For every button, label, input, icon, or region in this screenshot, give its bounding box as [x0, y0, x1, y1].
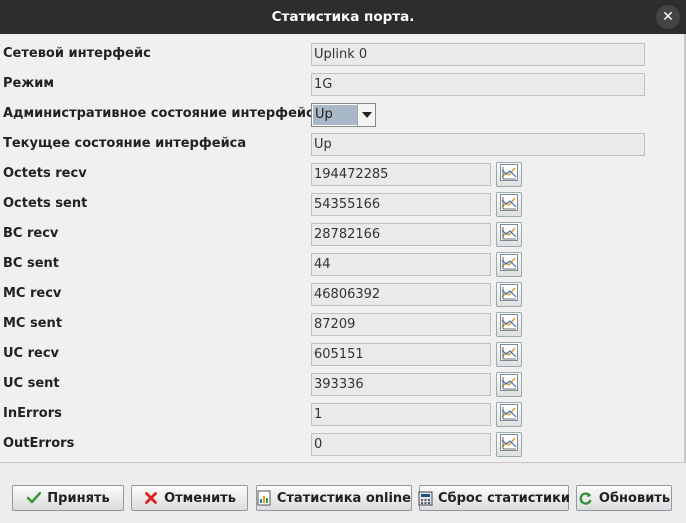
close-button[interactable]: ✕: [656, 5, 680, 29]
chart-icon: [500, 434, 518, 455]
chart-icon: [500, 284, 518, 305]
graph-button[interactable]: [496, 222, 522, 247]
document-chart-icon: [257, 490, 272, 506]
mode-label: Режим: [3, 76, 55, 91]
row-mc-recv: MC recv 46806392: [0, 279, 680, 309]
chevron-down-icon: [361, 112, 372, 118]
online-stats-button[interactable]: Статистика online: [256, 485, 412, 511]
chart-icon: [500, 224, 518, 245]
counter-field: 1: [311, 403, 491, 426]
row-out-errors: OutErrors 0: [0, 429, 680, 459]
graph-button[interactable]: [496, 282, 522, 307]
counter-field: 393336: [311, 373, 491, 396]
chart-icon: [500, 254, 518, 275]
counter-label: MC recv: [3, 286, 62, 301]
row-bc-sent: BC sent 44: [0, 249, 680, 279]
checkmark-icon: [26, 490, 42, 506]
cancel-button[interactable]: Отменить: [131, 485, 248, 511]
network-interface-label: Сетевой интерфейс: [3, 46, 151, 61]
admin-state-label: Административное состояние интерфейса: [3, 106, 323, 121]
port-statistics-dialog: Статистика порта. ✕ Сетевой интерфейс Up…: [0, 0, 686, 523]
counter-field: 0: [311, 433, 491, 456]
accept-label: Принять: [47, 490, 110, 506]
button-bar: Принять Отменить Статистика online Сброс…: [0, 464, 686, 523]
counter-label: InErrors: [3, 406, 62, 421]
refresh-icon: [578, 490, 594, 506]
admin-state-select[interactable]: Up: [311, 103, 376, 127]
chart-icon: [500, 374, 518, 395]
counter-label: BC recv: [3, 226, 59, 241]
chart-icon: [500, 404, 518, 425]
counter-label: MC sent: [3, 316, 63, 331]
online-stats-label: Статистика online: [276, 490, 411, 506]
window-title: Статистика порта.: [271, 9, 415, 25]
row-mode: Режим 1G: [0, 69, 680, 99]
chart-icon: [500, 194, 518, 215]
counter-label: OutErrors: [3, 436, 75, 451]
graph-button[interactable]: [496, 252, 522, 277]
counter-field: 54355166: [311, 193, 491, 216]
counter-field: 44: [311, 253, 491, 276]
row-network-interface: Сетевой интерфейс Uplink 0: [0, 39, 680, 69]
graph-button[interactable]: [496, 192, 522, 217]
reset-stats-label: Сброс статистики: [437, 490, 571, 506]
reset-stats-button[interactable]: Сброс статистики: [418, 485, 571, 511]
graph-button[interactable]: [496, 432, 522, 457]
row-uc-sent: UC sent 393336: [0, 369, 680, 399]
graph-button[interactable]: [496, 342, 522, 367]
chart-icon: [500, 314, 518, 335]
cross-icon: [143, 490, 159, 506]
row-mc-sent: MC sent 87209: [0, 309, 680, 339]
graph-button[interactable]: [496, 372, 522, 397]
network-interface-field: Uplink 0: [311, 43, 645, 66]
accept-button[interactable]: Принять: [12, 485, 124, 511]
row-octets-sent: Octets sent 54355166: [0, 189, 680, 219]
counter-label: UC sent: [3, 376, 60, 391]
current-state-label: Текущее состояние интерфейса: [3, 136, 247, 151]
row-admin-state: Административное состояние интерфейса Up: [0, 99, 680, 129]
chart-icon: [500, 164, 518, 185]
counter-label: Octets sent: [3, 196, 88, 211]
row-uc-recv: UC recv 605151: [0, 339, 680, 369]
graph-button[interactable]: [496, 312, 522, 337]
close-icon: ✕: [662, 9, 674, 25]
cancel-label: Отменить: [164, 490, 236, 506]
counter-field: 28782166: [311, 223, 491, 246]
row-current-state: Текущее состояние интерфейса Up: [0, 129, 680, 159]
counter-field: 87209: [311, 313, 491, 336]
counter-field: 46806392: [311, 283, 491, 306]
stats-form: Сетевой интерфейс Uplink 0 Режим 1G Адми…: [0, 34, 686, 463]
row-bc-recv: BC recv 28782166: [0, 219, 680, 249]
admin-state-value: Up: [313, 105, 357, 125]
dropdown-arrow[interactable]: [357, 104, 375, 126]
chart-icon: [500, 344, 518, 365]
counter-label: BC sent: [3, 256, 59, 271]
counter-label: UC recv: [3, 346, 60, 361]
current-state-field: Up: [311, 133, 645, 156]
graph-button[interactable]: [496, 402, 522, 427]
row-in-errors: InErrors 1: [0, 399, 680, 429]
refresh-button[interactable]: Обновить: [576, 485, 672, 511]
title-bar: Статистика порта. ✕: [0, 0, 686, 34]
counter-field: 605151: [311, 343, 491, 366]
refresh-label: Обновить: [598, 490, 671, 506]
graph-button[interactable]: [496, 162, 522, 187]
counter-field: 194472285: [311, 163, 491, 186]
counter-label: Octets recv: [3, 166, 87, 181]
calculator-icon: [418, 490, 433, 506]
row-octets-recv: Octets recv 194472285: [0, 159, 680, 189]
mode-field: 1G: [311, 73, 645, 96]
